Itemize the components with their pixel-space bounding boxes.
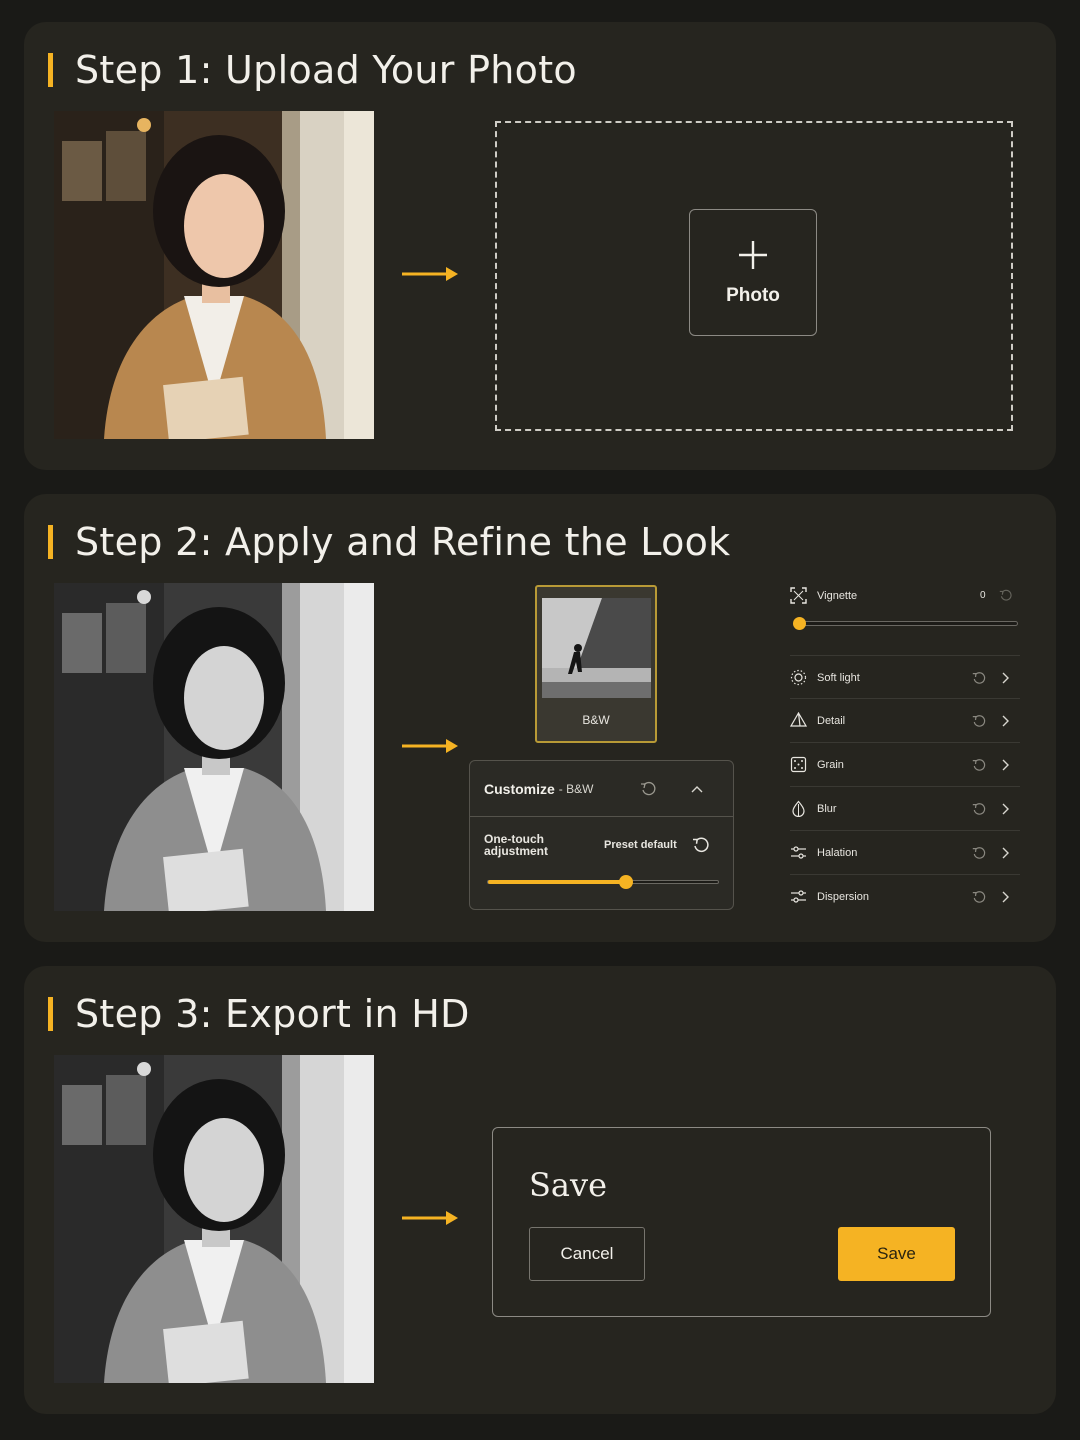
customize-header: Customize - B&W: [470, 761, 733, 817]
sliders-icon: [791, 846, 806, 859]
step2-title: Step 2: Apply and Refine the Look: [48, 520, 731, 564]
preset-label: B&W: [582, 713, 610, 727]
adjustment-label: Soft light: [817, 672, 860, 684]
adjustment-row-dispersion[interactable]: Dispersion: [790, 875, 1020, 919]
adjustment-label: Dispersion: [817, 891, 869, 903]
adjustment-row-halation[interactable]: Halation: [790, 831, 1020, 875]
adjustment-row-detail[interactable]: Detail: [790, 699, 1020, 743]
preset-default-label: Preset default: [604, 839, 677, 851]
chevron-right-icon[interactable]: [1001, 803, 1009, 815]
customize-subtitle: - B&W: [558, 781, 594, 796]
accent-bar: [48, 525, 53, 559]
adjustment-label: Halation: [817, 847, 858, 859]
save-button[interactable]: Save: [838, 1227, 955, 1281]
adjustment-row-blur[interactable]: Blur: [790, 787, 1020, 831]
reset-icon[interactable]: [692, 836, 709, 853]
accent-bar: [48, 53, 53, 87]
adjustment-label: Blur: [817, 803, 837, 815]
pyramid-icon: [790, 712, 807, 727]
reset-icon[interactable]: [972, 714, 986, 728]
vignette-label: Vignette: [817, 590, 858, 602]
step1-title: Step 1: Upload Your Photo: [48, 48, 577, 92]
preset-bw-card[interactable]: B&W: [535, 585, 657, 743]
reset-icon[interactable]: [972, 802, 986, 816]
customize-title: Customize: [484, 780, 555, 797]
step2-card: Step 2: Apply and Refine the Look B&W Cu…: [24, 494, 1056, 942]
adjustment-label: Grain: [817, 759, 844, 771]
step3-title: Step 3: Export in HD: [48, 992, 470, 1036]
bw-preview-photo: [54, 583, 374, 911]
customize-panel: Customize - B&W One-touch adjustment Pre…: [469, 760, 734, 910]
step2-title-text: Step 2: Apply and Refine the Look: [75, 520, 731, 564]
plus-icon: [739, 240, 767, 269]
arrow-right-icon: [402, 267, 458, 281]
vignette-row: Vignette 0: [790, 583, 1020, 637]
add-photo-label: Photo: [726, 284, 780, 306]
arrow-right-icon: [402, 1211, 458, 1225]
vignette-slider[interactable]: [793, 617, 1018, 630]
preset-thumbnail: [542, 598, 651, 698]
reset-icon[interactable]: [972, 890, 986, 904]
adjustment-label: Detail: [817, 715, 846, 727]
slider-handle[interactable]: [793, 617, 806, 630]
step3-card: Step 3: Export in HD Save Cancel Save: [24, 966, 1056, 1414]
save-dialog: Save Cancel Save: [492, 1127, 991, 1317]
upload-dropzone[interactable]: Photo: [495, 121, 1013, 431]
reset-icon[interactable]: [972, 758, 986, 772]
chevron-right-icon[interactable]: [1001, 672, 1009, 684]
chevron-up-icon[interactable]: [690, 783, 704, 795]
reset-icon[interactable]: [640, 781, 656, 797]
chevron-right-icon[interactable]: [1001, 759, 1009, 771]
customize-body: One-touch adjustment Preset default: [470, 817, 733, 909]
chevron-right-icon[interactable]: [1001, 847, 1009, 859]
step1-title-text: Step 1: Upload Your Photo: [75, 48, 577, 92]
bw-result-photo: [54, 1055, 374, 1383]
adjustment-row-soft-light[interactable]: Soft light: [790, 655, 1020, 699]
vignette-icon: [790, 587, 807, 604]
original-color-photo: [54, 111, 374, 439]
vignette-value: 0: [980, 590, 986, 601]
sun-icon: [790, 669, 807, 686]
chevron-right-icon[interactable]: [1001, 891, 1009, 903]
one-touch-label: One-touch adjustment: [484, 832, 549, 858]
cancel-button[interactable]: Cancel: [529, 1227, 645, 1281]
save-dialog-title: Save: [529, 1166, 608, 1204]
arrow-right-icon: [402, 739, 458, 753]
add-photo-button[interactable]: Photo: [689, 209, 817, 336]
step3-title-text: Step 3: Export in HD: [75, 992, 470, 1036]
one-touch-slider[interactable]: [487, 875, 719, 889]
slider-handle[interactable]: [619, 875, 633, 889]
step1-card: Step 1: Upload Your Photo Photo: [24, 22, 1056, 470]
chevron-right-icon[interactable]: [1001, 715, 1009, 727]
drop-icon: [792, 800, 805, 817]
accent-bar: [48, 997, 53, 1031]
reset-icon[interactable]: [972, 671, 986, 685]
slider-fill: [488, 880, 626, 884]
sliders-icon: [791, 890, 806, 903]
reset-icon[interactable]: [972, 846, 986, 860]
adjustment-row-grain[interactable]: Grain: [790, 743, 1020, 787]
grain-icon: [790, 756, 807, 773]
reset-icon[interactable]: [999, 589, 1012, 602]
adjustments-panel: Vignette 0 Soft light Detail Grain Blur …: [790, 583, 1020, 919]
